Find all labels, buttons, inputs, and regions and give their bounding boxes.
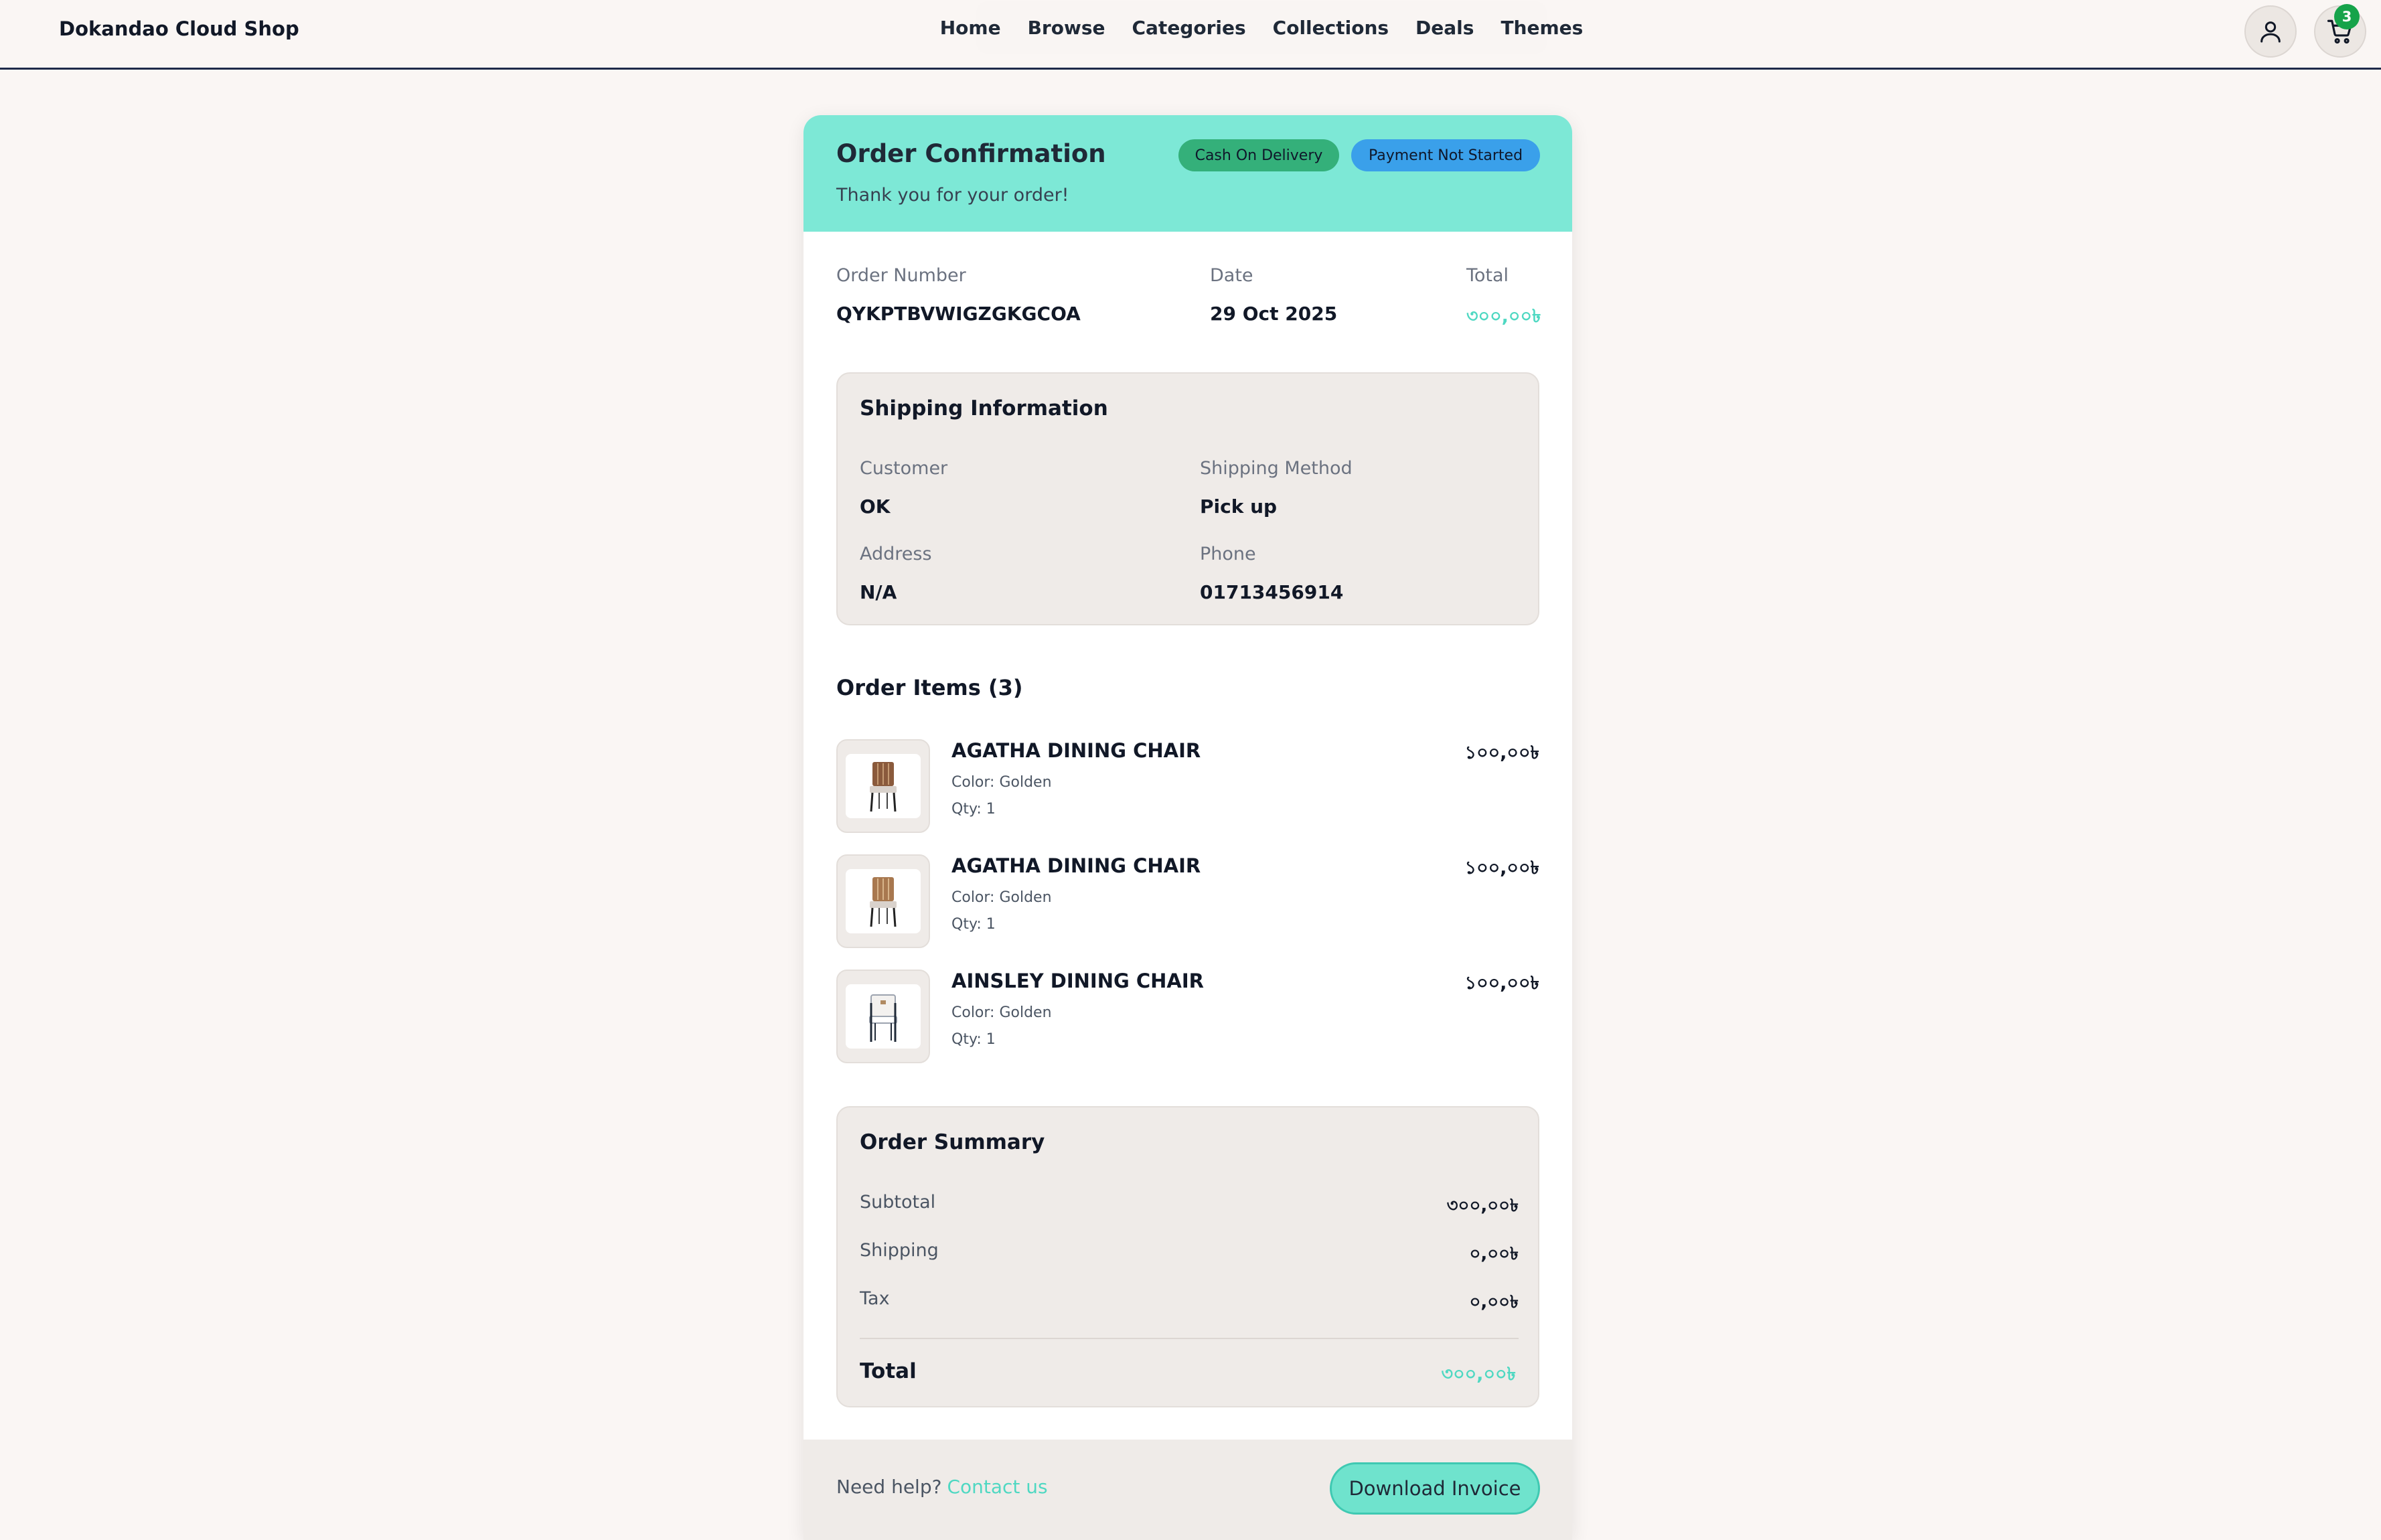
card-footer: Need help? Contact us Download Invoice	[803, 1440, 1572, 1540]
top-header: Dokandao Cloud Shop Home Browse Categori…	[0, 0, 2381, 70]
shipping-value: ০,০০৳	[1469, 1244, 1519, 1264]
list-item: AGATHA DINING CHAIR Color: Golden Qty: 1…	[836, 739, 1539, 833]
product-thumbnail[interactable]	[836, 739, 930, 833]
tax-value: ০,০০৳	[1469, 1292, 1519, 1312]
item-price: ১০০,০০৳	[1464, 858, 1539, 878]
nav-collections[interactable]: Collections	[1273, 17, 1389, 39]
shipping-method-value: Pick up	[1200, 495, 1278, 518]
help-text: Need help? Contact us	[836, 1476, 1048, 1498]
nav-home[interactable]: Home	[940, 17, 1001, 39]
subtotal-value: ৩০০,০০৳	[1446, 1196, 1519, 1216]
item-qty: Qty: 1	[951, 801, 996, 818]
item-price: ১০০,০০৳	[1464, 743, 1539, 763]
summary-total-value: ৩০০,০০৳	[1441, 1364, 1516, 1385]
order-total-label: Total	[1466, 265, 1509, 286]
help-question: Need help?	[836, 1476, 942, 1498]
phone-label: Phone	[1200, 544, 1256, 564]
cart-count-badge: 3	[2334, 4, 2360, 29]
chair-image-icon	[870, 877, 897, 927]
product-thumbnail[interactable]	[836, 970, 930, 1063]
tax-row: Tax ০,০০৳	[860, 1288, 1519, 1315]
order-confirmation-card: Order Confirmation Thank you for your or…	[803, 115, 1572, 1540]
user-icon	[2260, 21, 2281, 43]
shipping-row: Shipping ০,০০৳	[860, 1240, 1519, 1267]
card-header: Order Confirmation Thank you for your or…	[803, 115, 1572, 232]
order-items-title: Order Items (3)	[836, 675, 1023, 700]
tax-label: Tax	[860, 1288, 890, 1309]
product-thumbnail[interactable]	[836, 854, 930, 948]
shipping-label: Shipping	[860, 1240, 939, 1261]
list-item: AINSLEY DINING CHAIR Color: Golden Qty: …	[836, 970, 1539, 1063]
address-value: N/A	[860, 581, 897, 603]
item-color: Color: Golden	[951, 1004, 1052, 1021]
order-summary-title: Order Summary	[860, 1130, 1045, 1154]
item-price: ১০০,০০৳	[1464, 973, 1539, 994]
summary-divider	[860, 1338, 1519, 1339]
order-date-label: Date	[1210, 265, 1253, 286]
customer-value: OK	[860, 495, 891, 518]
nav-themes[interactable]: Themes	[1501, 17, 1583, 39]
order-summary-panel: Order Summary Subtotal ৩০০,০০৳ Shipping …	[836, 1106, 1539, 1407]
item-name[interactable]: AINSLEY DINING CHAIR	[951, 970, 1204, 992]
download-invoice-button[interactable]: Download Invoice	[1330, 1462, 1540, 1515]
shipping-method-label: Shipping Method	[1200, 458, 1353, 479]
address-label: Address	[860, 544, 932, 564]
item-qty: Qty: 1	[951, 1031, 996, 1048]
item-name[interactable]: AGATHA DINING CHAIR	[951, 739, 1201, 762]
payment-status-badge: Payment Not Started	[1351, 139, 1540, 171]
item-name[interactable]: AGATHA DINING CHAIR	[951, 854, 1201, 877]
item-color: Color: Golden	[951, 889, 1052, 906]
shipping-info-panel: Shipping Information Customer OK Shippin…	[836, 372, 1539, 625]
subtotal-row: Subtotal ৩০০,০০৳	[860, 1192, 1519, 1219]
phone-value: 01713456914	[1200, 581, 1344, 603]
main-nav: Home Browse Categories Collections Deals…	[940, 1, 1583, 54]
shipping-info-title: Shipping Information	[860, 396, 1108, 420]
item-color: Color: Golden	[951, 774, 1052, 791]
nav-categories[interactable]: Categories	[1132, 17, 1245, 39]
order-total-value: ৩০০,০০৳	[1466, 306, 1541, 327]
order-number-label: Order Number	[836, 265, 966, 286]
subtotal-label: Subtotal	[860, 1192, 936, 1213]
customer-label: Customer	[860, 458, 948, 479]
brand-logo[interactable]: Dokandao Cloud Shop	[59, 17, 299, 40]
cart-button[interactable]: 3	[2314, 4, 2366, 58]
nav-deals[interactable]: Deals	[1415, 17, 1474, 39]
item-qty: Qty: 1	[951, 916, 996, 933]
nav-browse[interactable]: Browse	[1028, 17, 1105, 39]
payment-method-badge: Cash On Delivery	[1178, 139, 1339, 171]
list-item: AGATHA DINING CHAIR Color: Golden Qty: 1…	[836, 854, 1539, 948]
order-number-value: QYKPTBVWIGZGKGCOA	[836, 303, 1081, 325]
order-date-value: 29 Oct 2025	[1210, 303, 1338, 325]
chair-image-icon	[869, 994, 897, 1042]
contact-us-link[interactable]: Contact us	[947, 1476, 1047, 1498]
summary-total-label: Total	[860, 1359, 917, 1383]
chair-image-icon	[870, 762, 897, 812]
thank-you-text: Thank you for your order!	[836, 185, 1069, 206]
account-button[interactable]	[2244, 5, 2297, 58]
page-title: Order Confirmation	[836, 139, 1106, 168]
